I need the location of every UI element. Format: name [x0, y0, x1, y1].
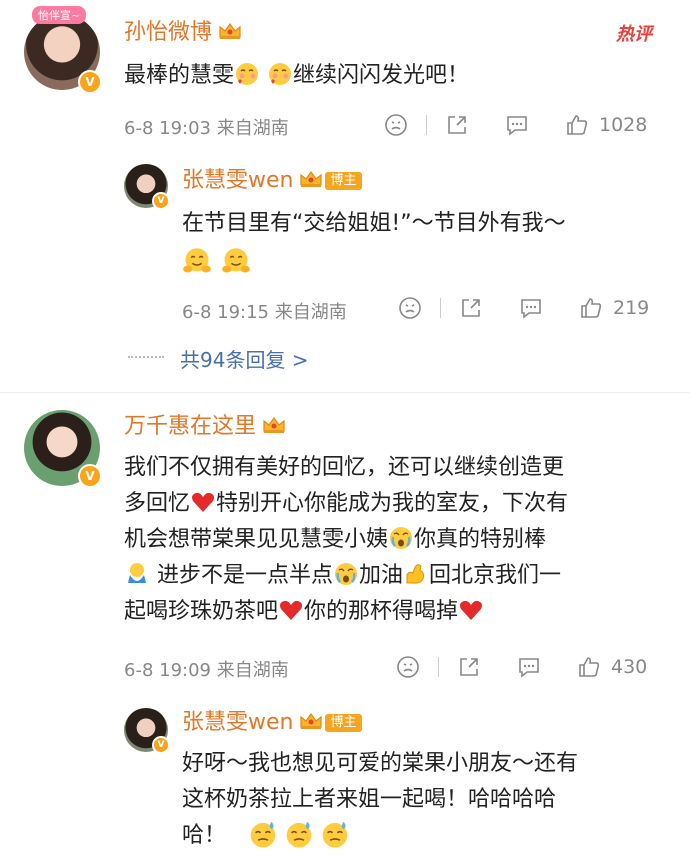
share-icon[interactable] — [459, 296, 483, 320]
emoji-react-icon[interactable] — [398, 296, 422, 320]
text-part: 进步不是一点半点 — [157, 563, 334, 588]
text-part: 特别开心你能成为我的室友，下次有 — [216, 491, 569, 516]
reply-meta: 6-8 19:15 来自湖南 — [182, 298, 347, 324]
timestamp: 6-8 19:03 — [124, 118, 211, 139]
timestamp: 6-8 19:15 — [182, 302, 269, 323]
section-divider — [0, 392, 690, 393]
comment-icon[interactable] — [505, 113, 529, 137]
text-line: 机会想带棠果见见慧雯小姨 你真的特别棒 — [124, 522, 684, 558]
action-bar: 219 — [398, 296, 649, 320]
verified-icon: V — [152, 736, 170, 754]
text-part: 起喝珍珠奶茶吧 — [124, 599, 279, 624]
cry-emoji-icon — [333, 561, 359, 587]
user-name[interactable]: 张慧雯wen — [182, 168, 293, 193]
replier-name[interactable]: 张慧雯wen 博主 — [182, 166, 362, 196]
divider — [438, 657, 439, 677]
reply-text: 在节目里有“交给姐姐!”～节目外有我～ — [182, 211, 566, 236]
comment-text: 我们不仅拥有美好的回忆，还可以继续创造更 多回忆 特别开心你能成为我的室友，下次有… — [124, 450, 684, 630]
comment-text: 最棒的慧雯 继续闪闪发光吧！ — [124, 58, 469, 94]
text-line: 我们不仅拥有美好的回忆，还可以继续创造更 — [124, 455, 565, 480]
sweat-emoji-icon — [247, 818, 279, 850]
text-line: 这杯奶茶拉上者来姐一起喝！哈哈哈哈 — [182, 787, 557, 812]
reply-emojis — [182, 246, 251, 276]
comment-meta: 6-8 19:09 来自湖南 — [124, 656, 289, 682]
text-part: 回北京我们一 — [429, 563, 562, 588]
text-line: 多回忆 特别开心你能成为我的室友，下次有 — [124, 486, 684, 522]
dotted-line — [128, 356, 164, 358]
user-name[interactable]: 孙怡微博 — [124, 20, 212, 45]
text-part: 加油 — [359, 563, 404, 588]
text-part: 机会想带棠果见见慧雯小姨 — [124, 527, 389, 552]
like-count: 1028 — [599, 114, 648, 136]
commenter-name[interactable]: 万千惠在这里 — [124, 412, 286, 442]
user-name[interactable]: 万千惠在这里 — [124, 414, 256, 439]
action-bar: 1028 — [384, 113, 647, 137]
verified-icon: V — [78, 70, 102, 94]
verified-icon: V — [78, 464, 102, 488]
text-part: 你真的特别棒 — [414, 527, 547, 552]
more-replies-link[interactable]: 共94条回复 > — [180, 344, 309, 373]
crown-icon — [262, 415, 286, 435]
user-name[interactable]: 张慧雯wen — [182, 710, 293, 735]
blogger-badge: 博主 — [325, 172, 362, 190]
like-count: 430 — [611, 656, 648, 678]
sweat-emoji-icon — [283, 818, 315, 850]
comment-meta: 6-8 19:03 来自湖南 — [124, 114, 289, 140]
heart-emoji-icon — [278, 597, 304, 623]
verified-icon: V — [152, 192, 170, 210]
text-part: 多回忆 — [124, 491, 191, 516]
replier-name[interactable]: 张慧雯wen 博主 — [182, 708, 362, 738]
heart-emoji-icon — [458, 597, 484, 623]
crown-icon — [299, 169, 323, 189]
muscle-emoji-icon — [403, 561, 429, 587]
kiss-emoji-icon — [234, 61, 260, 87]
crown-icon — [299, 711, 323, 731]
comment-icon[interactable] — [519, 296, 543, 320]
comment-icon[interactable] — [517, 655, 541, 679]
hug-emoji-icon — [182, 246, 212, 276]
text-part: 哈！ — [182, 823, 227, 848]
heart-emoji-icon — [190, 489, 216, 515]
hug-emoji-icon — [221, 246, 251, 276]
text-line: 好呀～我也想见可爱的棠果小朋友～还有 — [182, 751, 579, 776]
avatar-tag: 怡伴宣~ — [32, 6, 87, 24]
share-icon[interactable] — [457, 655, 481, 679]
divider — [426, 115, 427, 135]
blogger-badge: 博主 — [325, 714, 362, 732]
emoji-react-icon[interactable] — [396, 655, 420, 679]
action-bar: 430 — [396, 655, 647, 679]
commenter-name[interactable]: 孙怡微博 — [124, 18, 242, 48]
reply-text: 好呀～我也想见可爱的棠果小朋友～还有 这杯奶茶拉上者来姐一起喝！哈哈哈哈 哈！ — [182, 746, 682, 854]
like-count: 219 — [613, 297, 650, 319]
location: 来自湖南 — [274, 302, 347, 323]
like-icon[interactable] — [579, 296, 603, 320]
cry-emoji-icon — [388, 525, 414, 551]
location: 来自湖南 — [216, 118, 289, 139]
divider — [440, 298, 441, 318]
text-line: 进步不是一点半点 加油 回北京我们一 — [124, 558, 684, 594]
text-part: 继续闪闪发光吧！ — [293, 63, 470, 88]
location: 来自湖南 — [216, 660, 289, 681]
text-line: 起喝珍珠奶茶吧 你的那杯得喝掉 — [124, 594, 684, 630]
sweat-emoji-icon — [319, 818, 351, 850]
like-icon[interactable] — [565, 113, 589, 137]
share-icon[interactable] — [445, 113, 469, 137]
emoji-react-icon[interactable] — [384, 113, 408, 137]
text-part: 最棒的慧雯 — [124, 63, 235, 88]
baby-emoji-icon — [124, 561, 150, 587]
text-line: 哈！ — [182, 818, 682, 854]
text-part: 你的那杯得喝掉 — [304, 599, 459, 624]
hot-label: 热评 — [616, 24, 652, 45]
timestamp: 6-8 19:09 — [124, 660, 211, 681]
crown-icon — [218, 21, 242, 41]
kiss-emoji-icon — [267, 61, 293, 87]
like-icon[interactable] — [577, 655, 601, 679]
